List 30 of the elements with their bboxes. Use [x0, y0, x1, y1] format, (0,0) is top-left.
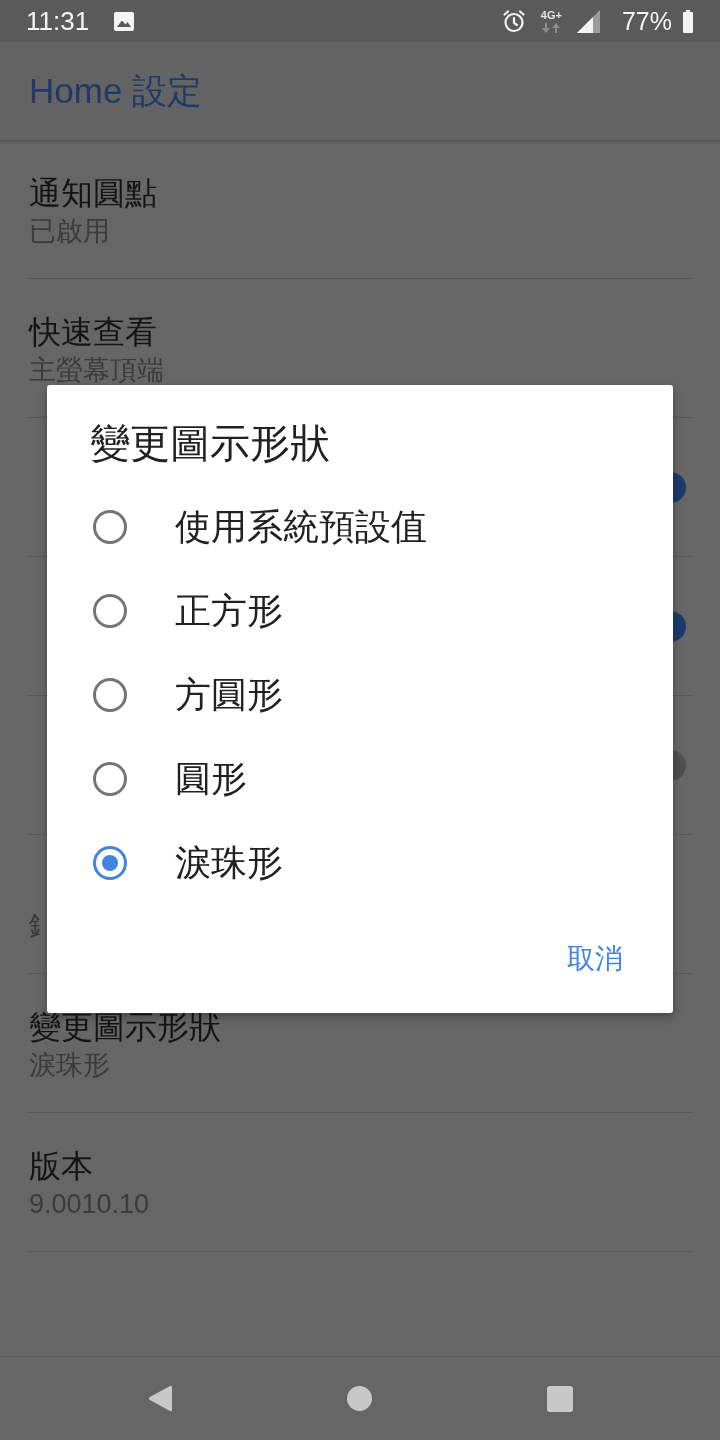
home-icon[interactable]	[346, 1386, 372, 1411]
option-label[interactable]: 淚珠形	[175, 841, 283, 885]
option-label[interactable]: 方圓形	[175, 673, 283, 717]
switch-thumb[interactable]	[673, 471, 686, 503]
option-label[interactable]: 圓形	[175, 757, 247, 801]
setting-title: 快速查看	[28, 317, 157, 347]
data-arrows-icon	[541, 22, 562, 33]
radio-button[interactable]	[93, 846, 127, 880]
back-icon[interactable]	[147, 1385, 172, 1412]
radio-button[interactable]	[93, 678, 127, 712]
radio-button[interactable]	[93, 594, 127, 628]
radio-button[interactable]	[93, 510, 127, 544]
cancel-button[interactable]: 取消	[557, 933, 633, 985]
dialog-title: 變更圖示形狀	[90, 420, 330, 467]
status-time: 11:31	[26, 6, 90, 36]
app-title: Home 設定	[29, 70, 203, 112]
switch-thumb[interactable]	[673, 610, 686, 642]
signal-icon	[576, 9, 600, 33]
setting-title: 版本	[28, 1151, 93, 1181]
alarm-icon	[501, 9, 526, 33]
recents-icon[interactable]	[546, 1385, 573, 1412]
picture-icon	[114, 11, 135, 31]
option-label[interactable]: 使用系統預設值	[175, 505, 427, 549]
network-type-label: 4G+	[540, 9, 562, 21]
setting-title: 通知圓點	[28, 178, 157, 208]
battery-percent: 77%	[621, 6, 672, 36]
option-label[interactable]: 正方形	[175, 589, 283, 633]
setting-title: 變更圖示形狀	[28, 1012, 221, 1042]
battery-icon	[683, 9, 693, 33]
radio-button[interactable]	[93, 762, 127, 796]
